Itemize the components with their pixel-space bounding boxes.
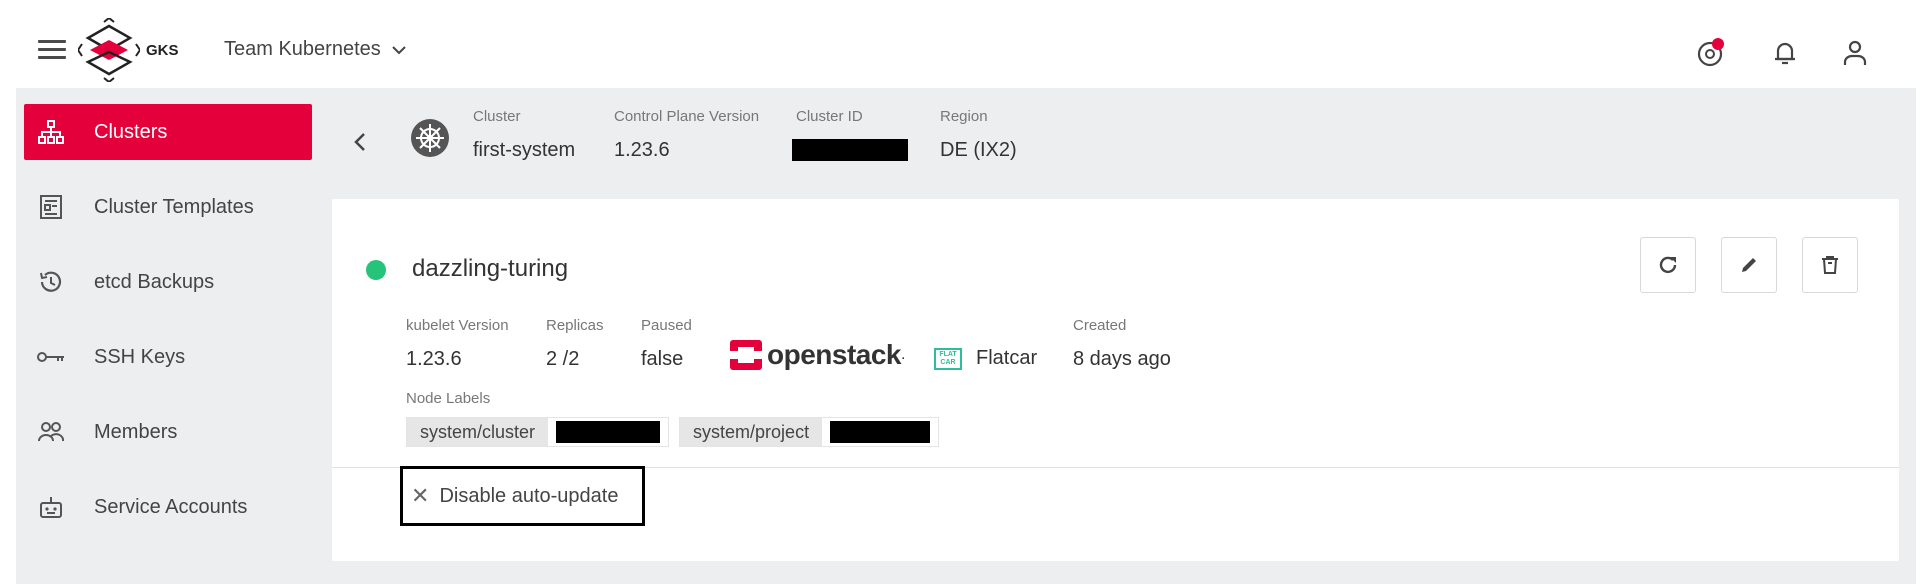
disable-auto-update-button[interactable]: ✕ Disable auto-update — [400, 466, 645, 526]
node-label-value-redacted — [830, 421, 931, 443]
refresh-button[interactable] — [1640, 237, 1696, 293]
kubelet-version-field: kubelet Version 1.23.6 — [406, 317, 509, 371]
sidebar-item-clusters[interactable]: Clusters — [24, 104, 312, 160]
cluster-header: Cluster first-system Control Plane Versi… — [340, 100, 1900, 180]
help-icon[interactable] — [1696, 38, 1726, 68]
created-label: Created — [1073, 317, 1127, 334]
cluster-name-field: Cluster first-system — [473, 108, 575, 162]
close-icon: ✕ — [411, 483, 430, 508]
sidebar-item-etcd-backups[interactable]: etcd Backups — [16, 254, 316, 310]
sitemap-icon — [36, 117, 66, 147]
control-plane-version-label: Control Plane Version — [614, 108, 760, 125]
replicas-label: Replicas — [546, 317, 604, 334]
node-label-key: system/project — [680, 418, 823, 446]
paused-label: Paused — [641, 317, 692, 334]
cluster-id-redacted — [792, 139, 908, 161]
openstack-icon — [730, 340, 762, 370]
created-field: Created 8 days ago — [1073, 317, 1171, 371]
control-plane-version-field: Control Plane Version 1.23.6 — [614, 108, 759, 162]
provider-name: openstack — [767, 339, 902, 370]
bell-icon[interactable] — [1770, 38, 1800, 68]
sidebar-item-label: Cluster Templates — [94, 195, 254, 218]
sidebar-item-service-accounts[interactable]: Service Accounts — [16, 479, 316, 535]
provider-dot: . — [901, 346, 906, 363]
sidebar-item-ssh-keys[interactable]: SSH Keys — [16, 329, 316, 385]
paused: false — [641, 348, 684, 370]
edit-button[interactable] — [1721, 237, 1777, 293]
top-bar: GKS Team Kubernetes — [0, 0, 1927, 88]
control-plane-version: 1.23.6 — [614, 139, 670, 161]
openstack-logo: openstack . — [730, 339, 905, 371]
node-label-chip: system/cluster — [406, 417, 670, 447]
back-arrow-icon[interactable] — [340, 122, 380, 162]
user-icon[interactable] — [1840, 38, 1870, 68]
node-labels-field: Node Labels — [406, 390, 490, 407]
region-label: Region — [940, 108, 988, 125]
node-label-value-redacted — [556, 421, 661, 443]
sidebar: Clusters Cluster Templates etcd Backups … — [16, 104, 316, 554]
sidebar-item-label: etcd Backups — [94, 270, 215, 293]
created: 8 days ago — [1073, 348, 1171, 370]
node-labels-list: system/cluster system/project — [406, 417, 949, 447]
sidebar-item-label: Clusters — [94, 120, 168, 143]
sidebar-item-cluster-templates[interactable]: Cluster Templates — [16, 179, 316, 235]
trash-icon — [1822, 256, 1838, 274]
chevron-down-icon — [392, 45, 406, 54]
os-name: Flatcar — [976, 347, 1038, 369]
sidebar-item-label: Members — [94, 420, 178, 443]
os-field: FLAT CAR Flatcar — [934, 347, 1037, 370]
sidebar-item-label: SSH Keys — [94, 345, 186, 368]
refresh-icon — [1659, 256, 1677, 274]
team-selector[interactable]: Team Kubernetes — [224, 38, 407, 61]
history-icon — [36, 267, 66, 297]
kubelet-version-label: kubelet Version — [406, 317, 509, 334]
machine-deployment-name: dazzling-turing — [412, 255, 569, 282]
menu-icon[interactable] — [38, 40, 66, 62]
robot-icon — [36, 492, 66, 522]
template-icon — [36, 192, 66, 222]
cluster-name-label: Cluster — [473, 108, 521, 125]
gks-logo[interactable] — [78, 18, 140, 82]
paused-field: Paused false — [641, 317, 692, 371]
status-indicator — [366, 260, 386, 280]
region: DE (IX2) — [940, 139, 1017, 161]
cluster-id-label: Cluster ID — [796, 108, 863, 125]
node-label-chip: system/project — [679, 417, 940, 447]
flatcar-icon: FLAT CAR — [934, 347, 962, 370]
key-icon — [36, 342, 66, 372]
kubernetes-icon — [411, 119, 449, 157]
disable-auto-update-label: Disable auto-update — [439, 484, 619, 507]
cluster-name: first-system — [473, 139, 576, 161]
sidebar-item-label: Service Accounts — [94, 495, 248, 518]
members-icon — [36, 417, 66, 447]
node-label-key: system/cluster — [407, 418, 549, 446]
sidebar-item-members[interactable]: Members — [16, 404, 316, 460]
pencil-icon — [1742, 258, 1756, 272]
cluster-id-field: Cluster ID — [792, 108, 908, 167]
node-labels-label: Node Labels — [406, 390, 491, 407]
kubelet-version: 1.23.6 — [406, 348, 462, 370]
machine-deployment-card: dazzling-turing kubelet Version 1.23.6 R… — [332, 199, 1899, 561]
team-name: Team Kubernetes — [224, 38, 381, 60]
replicas-field: Replicas 2 /2 — [546, 317, 604, 371]
delete-button[interactable] — [1802, 237, 1858, 293]
replicas: 2 /2 — [546, 348, 580, 370]
brand-name: GKS — [146, 42, 179, 59]
region-field: Region DE (IX2) — [940, 108, 1017, 162]
